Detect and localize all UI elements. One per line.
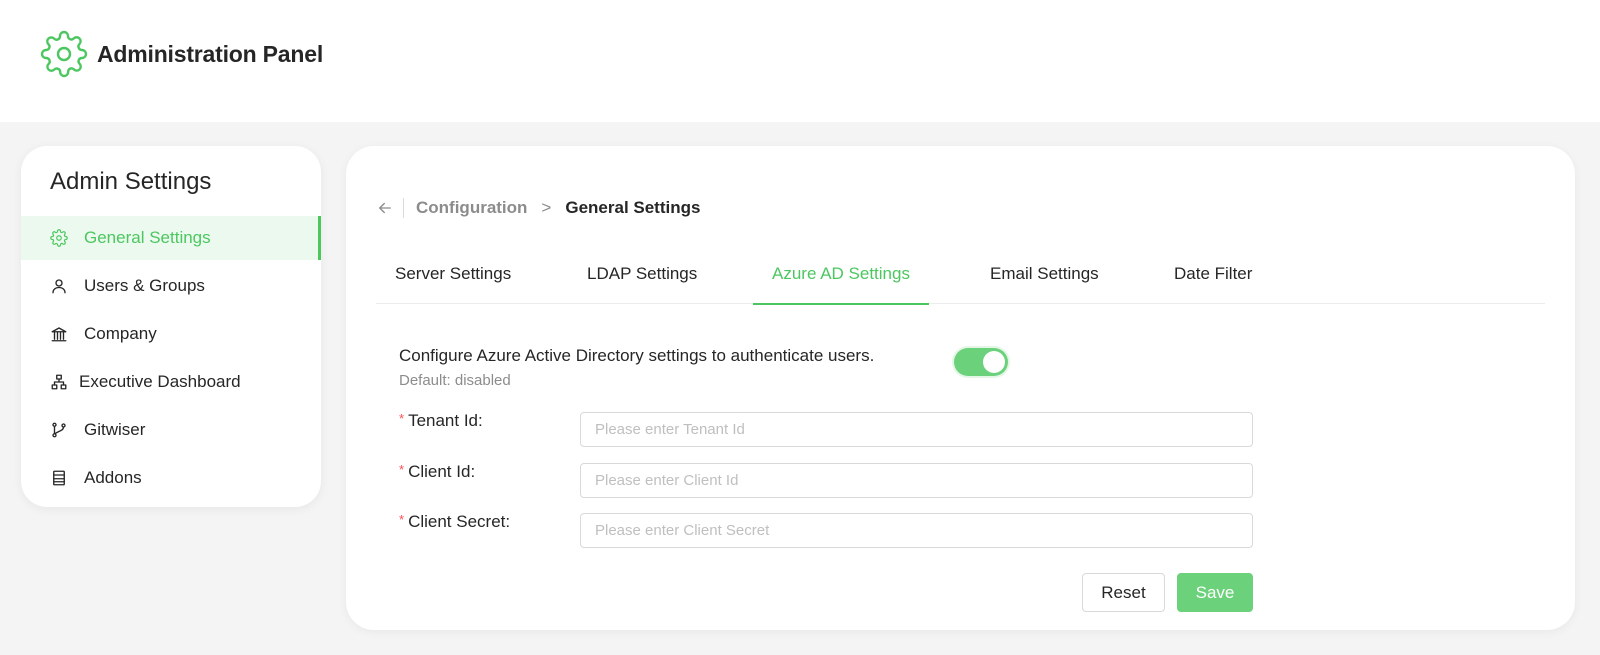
sidebar-item-label: Executive Dashboard xyxy=(79,372,241,391)
addons-icon xyxy=(50,469,68,487)
label-suffix: : xyxy=(470,462,476,481)
app-title: Administration Panel xyxy=(97,40,324,67)
azure-description: Configure Azure Active Directory setting… xyxy=(399,346,875,365)
save-button[interactable]: Save xyxy=(1177,573,1253,612)
label-suffix: : xyxy=(505,512,511,531)
tab-email-settings[interactable]: Email Settings xyxy=(971,256,1118,304)
brand: Administration Panel xyxy=(40,30,323,78)
tenant-id-label: * Tenant Id: xyxy=(399,411,483,431)
tab-server-settings[interactable]: Server Settings xyxy=(376,256,530,304)
breadcrumb-current: General Settings xyxy=(565,198,701,217)
building-icon xyxy=(50,325,68,343)
azure-enable-toggle[interactable] xyxy=(954,348,1008,376)
sidebar-title: Admin Settings xyxy=(50,168,212,195)
sidebar-item-label: General Settings xyxy=(84,228,211,247)
sidebar-item-label: Gitwiser xyxy=(84,420,146,439)
client-secret-label: * Client Secret: xyxy=(399,512,510,532)
gear-icon xyxy=(50,229,68,247)
back-arrow-icon[interactable] xyxy=(376,199,394,217)
user-icon xyxy=(50,277,68,295)
sidebar-item-general-settings[interactable]: General Settings xyxy=(21,216,321,260)
breadcrumb: Configuration > General Settings xyxy=(376,198,700,218)
tenant-id-input[interactable] xyxy=(580,412,1253,447)
breadcrumb-divider xyxy=(403,198,404,218)
tab-azure-ad-settings[interactable]: Azure AD Settings xyxy=(753,256,929,305)
label-suffix: : xyxy=(478,411,483,430)
org-chart-icon xyxy=(50,373,68,391)
client-id-label-text: Client Id xyxy=(408,462,471,481)
sidebar-item-label: Addons xyxy=(84,468,142,487)
required-mark: * xyxy=(399,411,405,426)
tab-date-filter[interactable]: Date Filter xyxy=(1155,256,1271,304)
reset-button[interactable]: Reset xyxy=(1082,573,1165,612)
client-secret-label-text: Client Secret xyxy=(408,512,506,531)
client-secret-input[interactable] xyxy=(580,513,1253,548)
sidebar: Admin Settings General Settings Users & … xyxy=(21,146,321,507)
client-id-label: * Client Id: xyxy=(399,462,475,482)
sidebar-item-label: Users & Groups xyxy=(84,276,205,295)
gear-icon xyxy=(40,30,88,78)
git-branch-icon xyxy=(50,421,68,439)
tab-ldap-settings[interactable]: LDAP Settings xyxy=(568,256,716,304)
sidebar-item-executive-dashboard[interactable]: Executive Dashboard xyxy=(21,360,321,404)
settings-tabs: Server Settings LDAP Settings Azure AD S… xyxy=(376,256,1545,305)
top-bar: Administration Panel xyxy=(0,0,1600,122)
sidebar-item-addons[interactable]: Addons xyxy=(21,456,321,500)
sidebar-item-gitwiser[interactable]: Gitwiser xyxy=(21,408,321,452)
sidebar-item-company[interactable]: Company xyxy=(21,312,321,356)
sidebar-item-label: Company xyxy=(84,324,157,343)
tenant-id-label-text: Tenant Id xyxy=(408,411,479,430)
sidebar-item-users-groups[interactable]: Users & Groups xyxy=(21,264,321,308)
required-mark: * xyxy=(399,462,405,477)
breadcrumb-parent[interactable]: Configuration xyxy=(416,198,527,218)
main-panel: Configuration > General Settings Server … xyxy=(346,146,1575,630)
required-mark: * xyxy=(399,512,405,527)
breadcrumb-separator: > xyxy=(541,198,552,217)
sidebar-nav: General Settings Users & Groups Company … xyxy=(21,216,321,504)
azure-default-note: Default: disabled xyxy=(399,372,511,389)
toggle-knob xyxy=(983,351,1005,373)
client-id-input[interactable] xyxy=(580,463,1253,498)
